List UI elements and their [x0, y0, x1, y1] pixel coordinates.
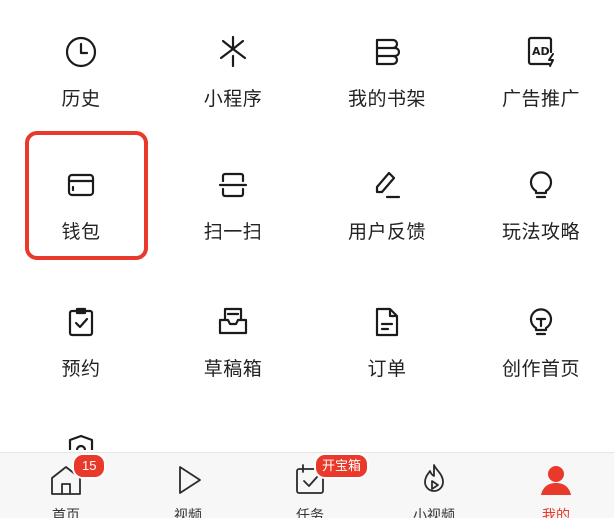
scan-label: 扫一扫 — [203, 222, 263, 243]
guide-item[interactable]: 玩法攻略 — [476, 163, 606, 273]
clock-icon — [59, 30, 103, 74]
flame-play-icon — [414, 461, 454, 499]
feedback-pen-icon — [365, 163, 409, 207]
ad-icon: AD — [519, 30, 563, 74]
creator-home-item[interactable]: 创作首页 — [476, 300, 606, 410]
feature-grid: 历史 小程序 我的书架 AD 广告推广 钱包 扫一扫 用户反馈 玩法攻略 预约 … — [0, 0, 614, 450]
reservation-label: 预约 — [61, 359, 101, 380]
feedback-label: 用户反馈 — [347, 222, 426, 243]
creator-home-label: 创作首页 — [501, 359, 580, 380]
tab-video-label: 视频 — [174, 507, 202, 518]
lightbulb-icon — [519, 163, 563, 207]
tab-mine-label: 我的 — [542, 507, 570, 518]
wallet-icon — [59, 163, 103, 207]
svg-text:AD: AD — [532, 45, 550, 58]
ad-promotion-label: 广告推广 — [501, 89, 580, 110]
bottom-tab-bar: 15 首页 视频 开宝箱 任务 小视频 我的 — [0, 452, 614, 518]
task-badge: 开宝箱 — [314, 453, 370, 479]
tab-home[interactable]: 15 首页 — [16, 453, 116, 518]
tab-video[interactable]: 视频 — [138, 453, 238, 518]
guide-label: 玩法攻略 — [501, 222, 580, 243]
drafts-icon — [211, 300, 255, 344]
mini-program-label: 小程序 — [203, 89, 263, 110]
history-label: 历史 — [61, 89, 101, 110]
history-item[interactable]: 历史 — [16, 30, 146, 140]
tab-home-label: 首页 — [52, 507, 80, 518]
creator-bulb-icon — [519, 300, 563, 344]
scan-item[interactable]: 扫一扫 — [168, 163, 298, 273]
orders-label: 订单 — [367, 359, 407, 380]
tab-short-video-label: 小视频 — [413, 507, 455, 518]
orders-item[interactable]: 订单 — [322, 300, 452, 410]
mini-program-item[interactable]: 小程序 — [168, 30, 298, 140]
home-badge: 15 — [72, 453, 107, 479]
tab-short-video[interactable]: 小视频 — [384, 453, 484, 518]
user-icon — [536, 461, 576, 499]
scan-icon — [211, 163, 255, 207]
home-icon: 15 — [46, 453, 107, 499]
ad-promotion-item[interactable]: AD 广告推广 — [476, 30, 606, 140]
feedback-item[interactable]: 用户反馈 — [322, 163, 452, 273]
bookshelf-item[interactable]: 我的书架 — [322, 30, 452, 140]
tab-mine[interactable]: 我的 — [506, 453, 606, 518]
shield-icon — [59, 428, 103, 450]
order-document-icon — [365, 300, 409, 344]
task-calendar-icon: 开宝箱 — [290, 453, 370, 499]
reservation-item[interactable]: 预约 — [16, 300, 146, 410]
clipboard-check-icon — [59, 300, 103, 344]
tab-task-label: 任务 — [296, 507, 324, 518]
drafts-item[interactable]: 草稿箱 — [168, 300, 298, 410]
mini-program-icon — [211, 30, 255, 74]
partial-item[interactable] — [16, 428, 146, 450]
play-icon — [168, 461, 208, 499]
drafts-label: 草稿箱 — [203, 359, 263, 380]
wallet-label: 钱包 — [61, 222, 101, 243]
tab-task[interactable]: 开宝箱 任务 — [260, 453, 370, 518]
wallet-item[interactable]: 钱包 — [16, 163, 146, 273]
bookshelf-icon — [365, 30, 409, 74]
bookshelf-label: 我的书架 — [347, 89, 426, 110]
